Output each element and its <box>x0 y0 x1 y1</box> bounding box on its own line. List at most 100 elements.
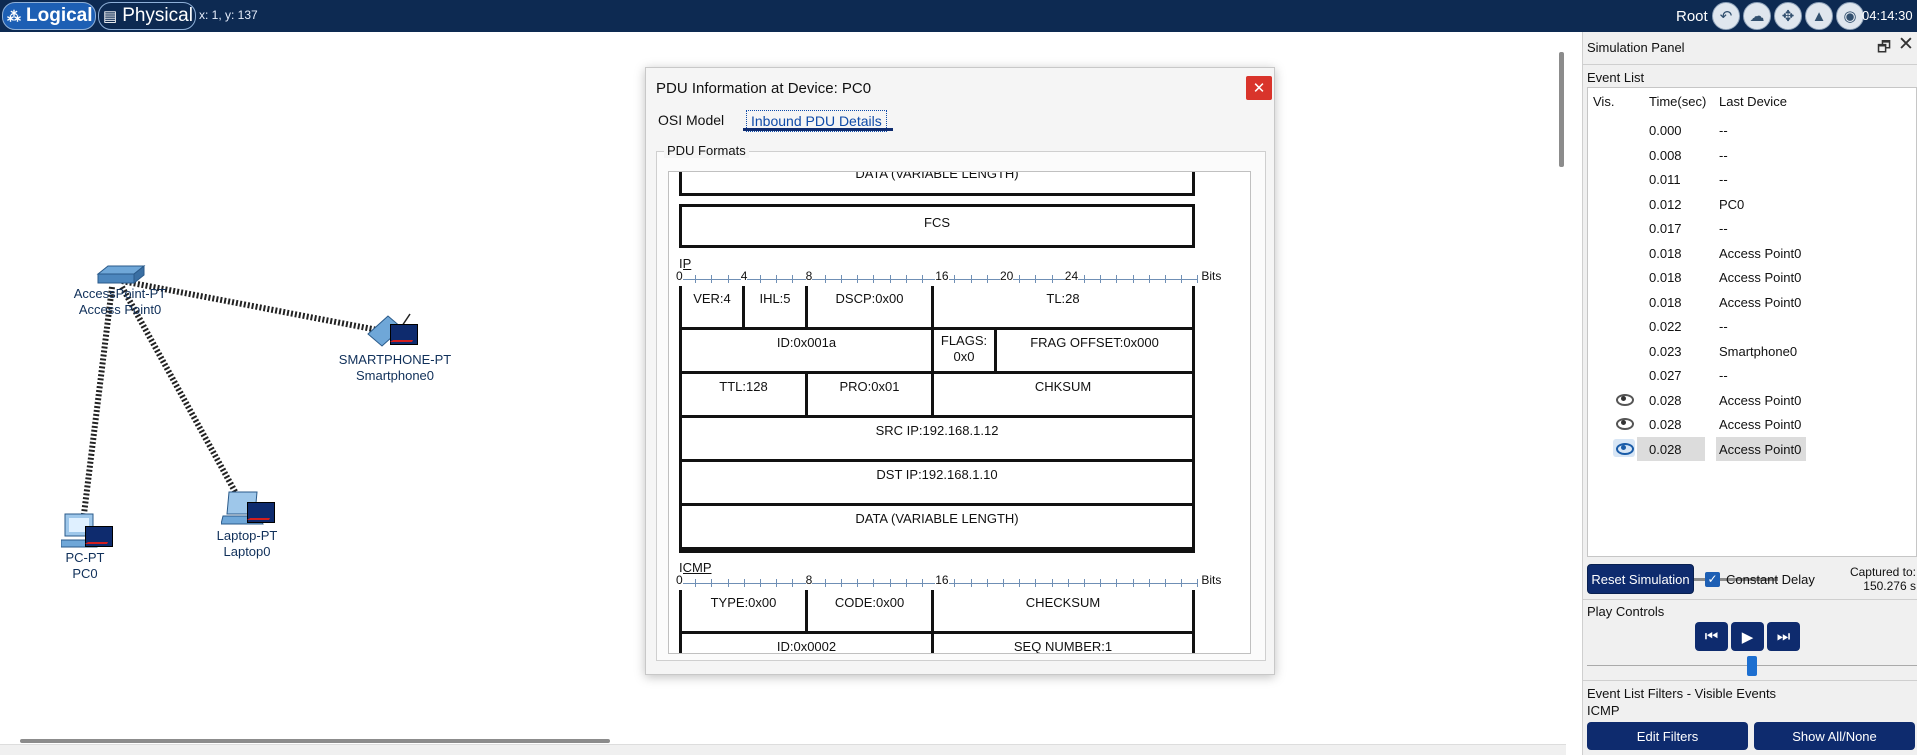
column-header-vis[interactable]: Vis. <box>1593 94 1614 109</box>
ip-src-field: SRC IP:192.168.1.12 <box>682 418 1192 459</box>
device-pc0[interactable]: PC-PT PC0 <box>40 512 130 582</box>
ruler-tick <box>695 579 697 587</box>
ruler-tick <box>905 275 907 283</box>
play-button[interactable]: ▶ <box>1731 622 1764 651</box>
device-access-point0[interactable]: AccessPoint-PT Access Point0 <box>70 264 170 318</box>
event-last-device: -- <box>1719 221 1728 236</box>
pdu-envelope-icon[interactable] <box>390 324 418 345</box>
event-row[interactable]: 0.027 -- <box>1613 363 1913 387</box>
event-row[interactable]: 0.018 Access Point0 <box>1613 241 1913 265</box>
event-row[interactable]: 0.017 -- <box>1613 216 1913 240</box>
event-last-device: Access Point0 <box>1719 392 1802 408</box>
ruler-tick <box>1084 579 1085 587</box>
visibility-eye-icon[interactable] <box>1613 438 1635 457</box>
event-row[interactable]: 0.022 -- <box>1613 314 1913 338</box>
move-icon[interactable]: ✥ <box>1774 2 1802 30</box>
event-last-device: -- <box>1719 368 1728 383</box>
device-smartphone0[interactable]: SMARTPHONE-PT Smartphone0 <box>335 312 455 384</box>
ruler-tick <box>1148 275 1150 283</box>
ruler-bit-label: 20 <box>1000 269 1014 283</box>
viewport-icon[interactable]: ◉ <box>1836 2 1864 30</box>
pdu-formats-viewport[interactable]: DATA (VARIABLE LENGTH) FCS IP 0 4 8 16 20 24 B… <box>668 171 1251 654</box>
ruler-tick <box>1116 579 1118 587</box>
ip-flags-field: FLAGS: 0x0 <box>934 330 994 371</box>
event-row[interactable]: 0.028 Access Point0 <box>1613 436 1913 461</box>
logical-view-button[interactable]: ⁂ Logical <box>2 2 96 30</box>
icmp-seq-field: SEQ NUMBER:1 <box>934 634 1192 653</box>
divider <box>1583 680 1917 681</box>
ip-row-6: DATA (VARIABLE LENGTH) <box>679 506 1195 553</box>
reset-simulation-button[interactable]: Reset Simulation <box>1587 564 1694 594</box>
event-time: 0.011 <box>1649 172 1681 187</box>
ruler-tick <box>1181 579 1183 587</box>
icmp-code-field: CODE:0x00 <box>808 590 931 631</box>
link-ap-laptop <box>119 285 241 499</box>
edit-filters-button[interactable]: Edit Filters <box>1587 722 1748 750</box>
icmp-checksum-field: CHECKSUM <box>934 590 1192 631</box>
ruler-tick <box>841 579 842 587</box>
event-row[interactable]: 0.028 Access Point0 <box>1613 412 1913 436</box>
event-row[interactable]: 0.018 Access Point0 <box>1613 290 1913 314</box>
ruler-tick <box>792 579 794 587</box>
ruler-tick <box>695 275 697 283</box>
captured-value: 150.276 s <box>1863 579 1916 593</box>
icmp-type-field: TYPE:0x00 <box>682 590 805 631</box>
back-icon[interactable]: ↶ <box>1712 2 1740 30</box>
ruler-tick <box>970 275 972 283</box>
device-laptop0[interactable]: Laptop-PT Laptop0 <box>202 490 292 560</box>
event-row[interactable]: 0.011 -- <box>1613 167 1913 191</box>
active-tab-indicator <box>743 128 893 131</box>
ip-row-1: VER:4 IHL:5 DSCP:0x00 TL:28 <box>679 286 1195 330</box>
ruler-bit-label: 0 <box>676 269 683 283</box>
icmp-row-1: TYPE:0x00 CODE:0x00 CHECKSUM <box>679 590 1195 634</box>
column-header-time[interactable]: Time(sec) <box>1649 94 1706 109</box>
ruler-tick <box>889 275 891 283</box>
show-all-none-button[interactable]: Show All/None <box>1754 722 1915 750</box>
ruler-tick <box>1100 275 1102 283</box>
root-label: Root <box>1676 8 1708 25</box>
pdu-envelope-icon[interactable] <box>85 526 113 547</box>
background-image-icon[interactable]: ▲ <box>1805 2 1833 30</box>
ruler-tick <box>1116 275 1118 283</box>
ruler-tick <box>857 579 859 587</box>
ruler-tick <box>760 579 761 587</box>
event-row[interactable]: 0.008 -- <box>1613 143 1913 167</box>
event-row[interactable]: 0.028 Access Point0 <box>1613 388 1913 412</box>
tab-osi-model[interactable]: OSI Model <box>654 110 728 130</box>
close-panel-icon[interactable]: ✕ <box>1896 35 1916 55</box>
event-row[interactable]: 0.018 Access Point0 <box>1613 265 1913 289</box>
restore-panel-icon[interactable]: 🗗 <box>1875 37 1893 56</box>
visibility-eye-icon[interactable] <box>1613 414 1635 432</box>
dialog-close-button[interactable]: ✕ <box>1246 76 1272 100</box>
event-last-device: -- <box>1719 123 1728 138</box>
event-time: 0.017 <box>1649 221 1682 236</box>
ruler-tick <box>889 579 891 587</box>
ip-row-4: SRC IP:192.168.1.12 <box>679 418 1195 462</box>
icmp-row-2: ID:0x0002 SEQ NUMBER:1 <box>679 634 1195 653</box>
forward-step-button[interactable]: ⏭ <box>1767 622 1800 651</box>
event-row[interactable]: 0.000 -- <box>1613 118 1913 142</box>
ruler-tick <box>743 579 745 587</box>
workspace-horizontal-scrollbar[interactable] <box>20 739 610 743</box>
icmp-bit-ruler: 0 8 16 Bits <box>676 573 1239 588</box>
ruler-tick <box>1100 579 1102 587</box>
event-row[interactable]: 0.023 Smartphone0 <box>1613 339 1913 363</box>
ruler-tick <box>986 579 988 587</box>
visibility-eye-icon[interactable] <box>1613 390 1635 408</box>
workspace-vertical-scrollbar[interactable] <box>1559 52 1564 167</box>
cloud-icon[interactable]: ☁ <box>1743 2 1771 30</box>
frame-data-field: DATA (VARIABLE LENGTH) <box>679 172 1195 196</box>
ip-ver-field: VER:4 <box>682 286 742 327</box>
cursor-coordinates: x: 1, y: 137 <box>199 8 258 22</box>
physical-label: Physical <box>122 5 193 26</box>
play-speed-slider[interactable] <box>1747 656 1757 676</box>
divider <box>1583 599 1917 600</box>
event-time: 0.008 <box>1649 147 1682 163</box>
pdu-envelope-icon[interactable] <box>247 502 275 523</box>
column-header-last-device[interactable]: Last Device <box>1719 94 1787 109</box>
back-step-button[interactable]: ⏮ <box>1695 622 1728 651</box>
ip-dst-field: DST IP:192.168.1.10 <box>682 462 1192 503</box>
physical-view-button[interactable]: ▤ Physical <box>98 2 196 30</box>
event-row[interactable]: 0.012 PC0 <box>1613 192 1913 216</box>
constant-delay-checkbox[interactable]: ✓ <box>1705 572 1720 587</box>
